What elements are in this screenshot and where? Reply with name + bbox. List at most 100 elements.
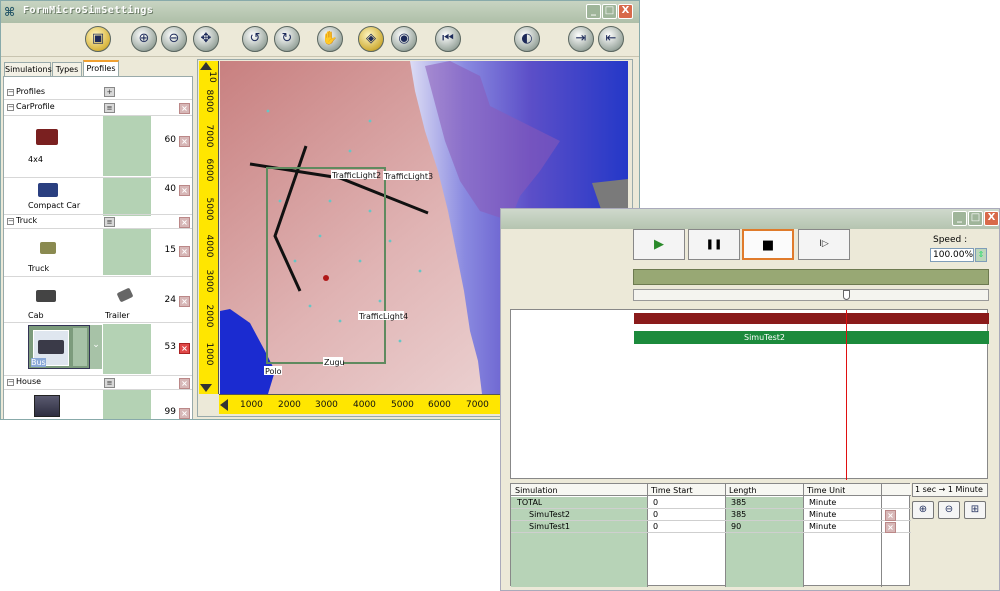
delete-item-icon[interactable]: × xyxy=(179,343,190,354)
item-label: Truck xyxy=(28,264,50,273)
delete-item-icon[interactable]: × xyxy=(179,185,190,196)
maximize-button[interactable]: □ xyxy=(968,211,983,226)
group-label: House xyxy=(16,377,42,386)
delete-item-icon[interactable]: × xyxy=(179,408,190,419)
item-value: 15 xyxy=(164,245,176,255)
move-icon[interactable]: ✥ xyxy=(193,26,219,52)
globe-icon[interactable]: ◉ xyxy=(391,26,417,52)
percent-cell[interactable] xyxy=(103,116,151,176)
table-cell[interactable]: 0 xyxy=(653,510,658,519)
trailer-icon xyxy=(116,287,134,303)
x-tick-label: 2000 xyxy=(278,400,301,410)
timeline-area[interactable]: SimuTest2 xyxy=(510,309,989,480)
delete-item-icon[interactable]: × xyxy=(179,136,190,147)
table-cell[interactable]: 385 xyxy=(731,498,746,507)
fit-to-window-icon[interactable]: ⊞ xyxy=(964,501,986,519)
y-tick-label: 6000 xyxy=(204,158,214,182)
zoom-out-icon[interactable]: ⊖ xyxy=(161,26,187,52)
time-cursor[interactable] xyxy=(846,310,847,480)
percent-cell[interactable] xyxy=(103,390,151,419)
table-cell[interactable]: 0 xyxy=(653,498,658,507)
item-label: Cab xyxy=(28,311,44,320)
go-start-icon[interactable]: ⏮ xyxy=(435,26,461,52)
export-icon[interactable]: ⇤ xyxy=(598,26,624,52)
bus-selector[interactable]: Bus xyxy=(28,325,90,369)
delete-item-icon[interactable]: × xyxy=(179,296,190,307)
window-title: FormMicroSimSettings xyxy=(23,5,154,16)
percent-cell[interactable] xyxy=(103,229,151,275)
item-value: 99 xyxy=(164,407,176,417)
tree-root-label: Profiles xyxy=(16,87,46,96)
house-icon xyxy=(34,395,60,417)
delete-group-icon[interactable]: × xyxy=(179,217,190,228)
location-label[interactable]: Zugu xyxy=(324,358,345,367)
track-bar[interactable]: SimuTest2 xyxy=(634,331,989,344)
open-folder-icon[interactable]: ▣ xyxy=(85,26,111,52)
track-bar[interactable] xyxy=(634,313,989,324)
delete-item-icon[interactable]: × xyxy=(179,246,190,257)
time-slider[interactable] xyxy=(633,289,989,301)
bus-icon xyxy=(38,340,64,354)
profiles-tree: − Profiles + − CarProfile ≡ × 4x4 60 × C… xyxy=(3,76,193,419)
zoom-in-icon[interactable]: ⊕ xyxy=(131,26,157,52)
zoom-in-icon[interactable]: ⊕ xyxy=(912,501,934,519)
collapse-toggle[interactable]: − xyxy=(7,218,14,225)
ruler-down-arrow-icon[interactable] xyxy=(200,384,212,392)
slider-thumb[interactable] xyxy=(843,290,850,300)
title-bar[interactable]: ⌘ FormMicroSimSettings _ □ X xyxy=(1,1,639,23)
hand-pan-icon[interactable]: ✋ xyxy=(317,26,343,52)
collapse-toggle[interactable]: − xyxy=(7,89,14,96)
group-menu-icon[interactable]: ≡ xyxy=(104,378,115,388)
step-button[interactable]: I▷ xyxy=(798,229,850,260)
zoom-out-icon[interactable]: ⊖ xyxy=(938,501,960,519)
delete-row-icon[interactable]: × xyxy=(885,510,896,521)
close-button[interactable]: X xyxy=(984,211,999,226)
delete-row-icon[interactable]: × xyxy=(885,522,896,533)
chevron-down-icon[interactable]: ⌄ xyxy=(90,325,102,369)
traffic-light-label[interactable]: TrafficLight3 xyxy=(383,172,433,181)
table-cell[interactable]: Minute xyxy=(809,510,836,519)
location-label[interactable]: Polo xyxy=(265,367,282,376)
traffic-light-label[interactable]: TrafficLight2 xyxy=(331,171,381,180)
table-cell[interactable]: 0 xyxy=(653,522,658,531)
percent-cell[interactable] xyxy=(103,178,151,216)
table-cell[interactable]: Minute xyxy=(809,498,836,507)
minimize-button[interactable]: _ xyxy=(952,211,967,226)
pause-button[interactable]: ❚❚ xyxy=(688,229,740,260)
minimize-button[interactable]: _ xyxy=(586,4,601,19)
column-header: Time Unit xyxy=(807,486,846,495)
title-bar[interactable]: _ □ X xyxy=(501,209,999,229)
stop-button[interactable]: ■ xyxy=(742,229,794,260)
delete-group-icon[interactable]: × xyxy=(179,103,190,114)
play-button[interactable]: ▶ xyxy=(633,229,685,260)
table-cell: TOTAL xyxy=(517,498,543,507)
layers-icon[interactable]: ◐ xyxy=(514,26,540,52)
close-button[interactable]: X xyxy=(618,4,633,19)
delete-group-icon[interactable]: × xyxy=(179,378,190,389)
rotate-left-icon[interactable]: ↺ xyxy=(242,26,268,52)
traffic-icon[interactable]: ◈ xyxy=(358,26,384,52)
rotate-right-icon[interactable]: ↻ xyxy=(274,26,300,52)
speed-input[interactable]: 100.00% xyxy=(930,248,974,262)
x-tick-label: 3000 xyxy=(315,400,338,410)
ruler-left-arrow-icon[interactable] xyxy=(220,399,228,411)
table-cell[interactable]: 385 xyxy=(731,510,746,519)
tab-types[interactable]: Types xyxy=(52,62,82,76)
progress-bar xyxy=(633,269,989,285)
speed-spinner[interactable]: ⇕ xyxy=(975,248,987,262)
traffic-light-label[interactable]: TrafficLight4 xyxy=(358,312,408,321)
collapse-toggle[interactable]: − xyxy=(7,379,14,386)
add-profile-icon[interactable]: + xyxy=(104,87,115,97)
tab-profiles[interactable]: Profiles xyxy=(83,60,119,76)
table-cell[interactable]: 90 xyxy=(731,522,741,531)
import-icon[interactable]: ⇥ xyxy=(568,26,594,52)
percent-cell[interactable] xyxy=(103,324,151,374)
maximize-button[interactable]: □ xyxy=(602,4,617,19)
collapse-toggle[interactable]: − xyxy=(7,104,14,111)
x-tick-label: 7000 xyxy=(466,400,489,410)
item-value: 40 xyxy=(164,184,176,194)
tab-simulations[interactable]: Simulations xyxy=(4,62,52,76)
group-menu-icon[interactable]: ≡ xyxy=(104,103,115,113)
group-menu-icon[interactable]: ≡ xyxy=(104,217,115,227)
table-cell[interactable]: Minute xyxy=(809,522,836,531)
